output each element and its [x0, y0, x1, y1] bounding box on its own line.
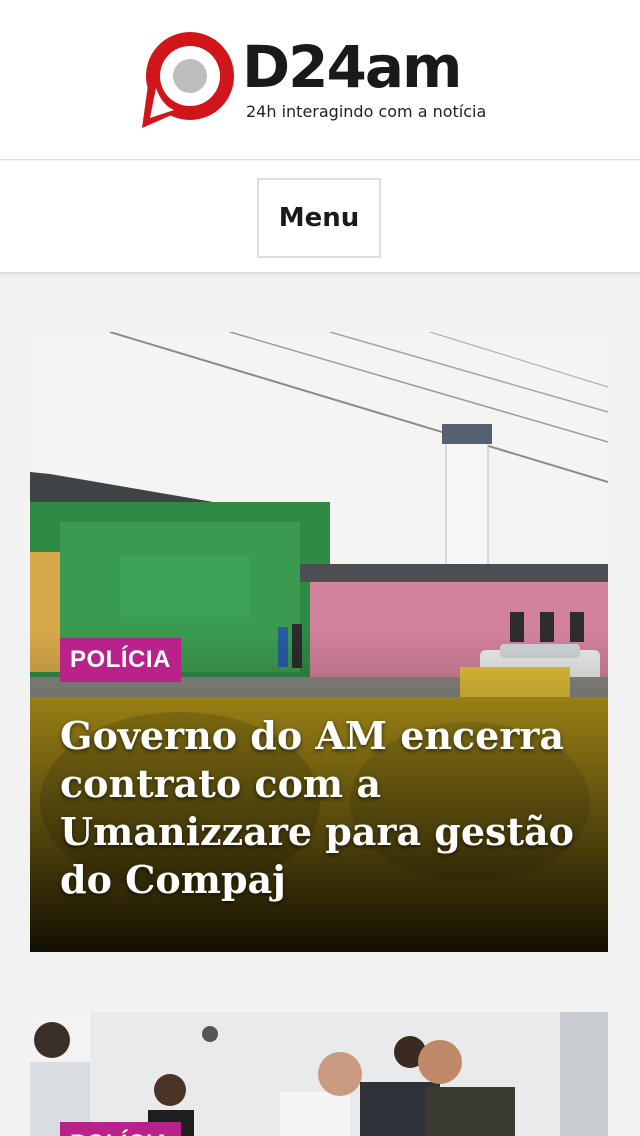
site-logo[interactable]: D24am 24h interagindo com a notícia [140, 30, 500, 130]
menu-button[interactable]: Menu [257, 178, 381, 258]
logo-tagline: 24h interagindo com a notícia [246, 102, 487, 121]
logo-pin-icon [142, 32, 234, 128]
article-card[interactable]: POLÍCIA [30, 1012, 608, 1136]
site-header: D24am 24h interagindo com a notícia [0, 0, 640, 160]
category-badge[interactable]: POLÍCIA [60, 638, 181, 682]
logo-wordmark: D24am [242, 33, 462, 101]
article-title[interactable]: Governo do AM encerra contrato com a Uma… [60, 712, 580, 904]
category-badge[interactable]: POLÍCIA [60, 1122, 181, 1136]
article-image[interactable] [30, 1012, 608, 1136]
article-card[interactable]: POLÍCIA Governo do AM encerra contrato c… [30, 332, 608, 952]
main-navigation: Menu [0, 161, 640, 273]
